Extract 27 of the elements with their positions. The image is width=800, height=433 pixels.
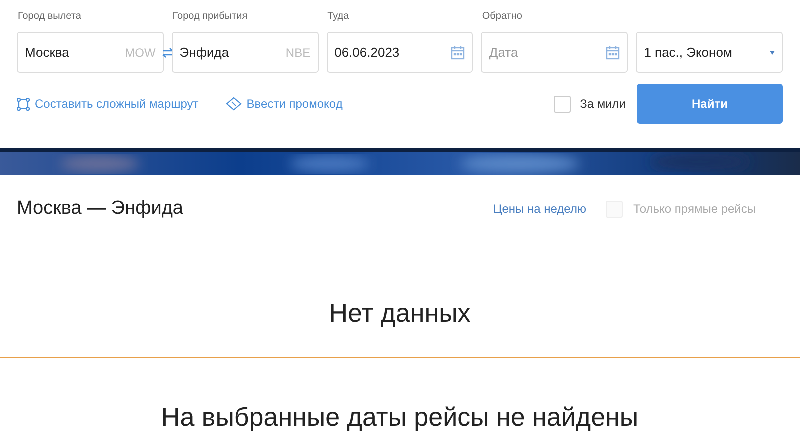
date-field[interactable]: Дата xyxy=(481,32,628,73)
promo-link[interactable]: Ввести промокод xyxy=(226,95,343,113)
swap-icon[interactable] xyxy=(162,48,174,58)
airport-code: MOW xyxy=(125,44,156,62)
checkbox-label: За мили xyxy=(580,96,626,113)
city-field[interactable]: Энфида NBE xyxy=(172,32,319,73)
checkbox-label: Только прямые рейсы xyxy=(633,201,756,218)
field-label: Туда xyxy=(326,10,350,23)
calendar-icon[interactable] xyxy=(451,46,466,60)
empty-message: На выбранные даты рейсы не найдены xyxy=(160,400,640,433)
route-icon xyxy=(17,98,30,110)
field-label: Город прибытия xyxy=(172,10,249,23)
passengers-select[interactable]: 1 пас., Эконом xyxy=(636,32,783,73)
complex-route-link[interactable]: Составить сложный маршрут xyxy=(17,95,199,113)
week-prices-link[interactable]: Цены на неделю xyxy=(493,200,586,218)
ticket-icon xyxy=(226,97,242,111)
caret-icon xyxy=(770,50,775,54)
field-label: Город вылета xyxy=(17,10,82,23)
empty-title: Нет данных xyxy=(328,296,472,330)
airport-code: NBE xyxy=(286,44,311,62)
city-field[interactable]: Москва MOW xyxy=(17,32,164,73)
calendar-icon[interactable] xyxy=(606,46,620,60)
miles-checkbox[interactable] xyxy=(554,96,572,112)
route-title: Москва — Энфида xyxy=(17,197,184,221)
field-label: Обратно xyxy=(481,10,524,23)
date-field[interactable]: 06.06.2023 xyxy=(326,32,474,73)
search-button[interactable]: Найти xyxy=(637,84,783,124)
